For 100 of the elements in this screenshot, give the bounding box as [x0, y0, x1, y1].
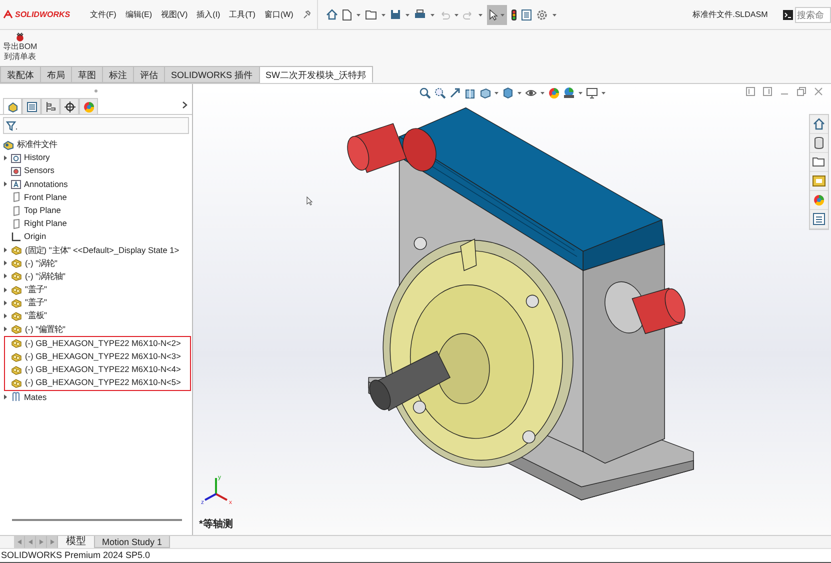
tree-item[interactable]: Origin: [24, 230, 46, 244]
dock-right-icon[interactable]: [763, 87, 772, 96]
expand-arrow-icon[interactable]: [3, 394, 8, 400]
ribbon-tab[interactable]: 装配体: [0, 66, 41, 83]
ribbon-tab[interactable]: 草图: [72, 66, 103, 83]
tree-item[interactable]: (固定) "主体" <<Default>_Display State 1>: [25, 244, 180, 257]
traffic-light-icon[interactable]: [511, 8, 518, 20]
configuration-tab[interactable]: [41, 98, 60, 114]
expand-arrow-icon[interactable]: [3, 154, 8, 161]
expand-arrow-icon[interactable]: [3, 181, 8, 188]
tree-item[interactable]: (-) "涡轮": [25, 256, 58, 270]
tree-item[interactable]: (-) GB_HEXAGON_TYPE22 M6X10-N<5>: [25, 376, 181, 390]
annotation-folder-icon: [11, 179, 21, 190]
caret-icon[interactable]: [500, 12, 506, 16]
ribbon-tab[interactable]: 评估: [134, 66, 165, 83]
panel-tab-icon: [6, 100, 18, 112]
print-icon[interactable]: [414, 9, 426, 20]
part-icon: [11, 311, 22, 322]
menu-item[interactable]: 视图(V): [161, 9, 188, 20]
scene-icon[interactable]: [563, 87, 575, 99]
caret-icon[interactable]: [454, 12, 460, 16]
part-icon: [11, 364, 22, 375]
search-field[interactable]: 搜索命: [795, 6, 831, 22]
restore-icon[interactable]: [797, 87, 806, 96]
pin-icon[interactable]: [302, 10, 312, 19]
chevron-right-icon[interactable]: [182, 101, 188, 109]
caret-icon[interactable]: [405, 12, 410, 16]
tree-item[interactable]: History: [24, 151, 50, 164]
section-view-icon[interactable]: [464, 87, 476, 99]
part-icon: [11, 378, 22, 388]
monitor-icon[interactable]: [586, 87, 598, 99]
tree-item[interactable]: Annotations: [24, 178, 68, 191]
caret-icon[interactable]: [517, 91, 522, 95]
close-icon[interactable]: [814, 87, 823, 96]
ribbon-tab[interactable]: SW二次开发模块_沃特邦: [260, 66, 374, 83]
eye-icon[interactable]: [525, 87, 537, 99]
assembly-icon: [3, 140, 14, 150]
tree-item[interactable]: Right Plane: [24, 217, 67, 230]
tree-item[interactable]: "盖子": [25, 296, 47, 310]
tree-item[interactable]: Mates: [24, 390, 47, 404]
properties-list-icon[interactable]: [812, 212, 826, 226]
caret-icon[interactable]: [540, 91, 545, 95]
cylinder-icon[interactable]: [812, 136, 826, 150]
home-icon[interactable]: [326, 9, 338, 20]
menu-item[interactable]: 编辑(E): [125, 9, 152, 20]
plane-icon: [11, 192, 21, 202]
appearance-icon[interactable]: [548, 87, 560, 99]
panel-tab-icon: [44, 100, 56, 112]
zoom-to-area-icon[interactable]: [434, 87, 446, 99]
caret-icon[interactable]: [494, 91, 499, 95]
home-icon[interactable]: [812, 117, 826, 131]
tree-item[interactable]: (-) GB_HEXAGON_TYPE22 M6X10-N<4>: [25, 363, 181, 376]
filter-field[interactable]: [3, 117, 189, 134]
caret-icon[interactable]: [578, 91, 583, 95]
caret-icon[interactable]: [478, 12, 484, 16]
tree-item[interactable]: (-) "偏置轮": [25, 322, 66, 336]
caret-icon[interactable]: [601, 91, 606, 95]
tree-item[interactable]: (-) GB_HEXAGON_TYPE22 M6X10-N<2>: [25, 336, 181, 350]
bottom-tab[interactable]: Motion Study 1: [94, 536, 170, 548]
tree-item[interactable]: (-) "涡轮轴": [25, 270, 66, 284]
zoom-to-fit-icon[interactable]: [419, 87, 431, 99]
caret-icon[interactable]: [356, 12, 362, 16]
caret-icon[interactable]: [381, 12, 386, 16]
appearance-icon[interactable]: [812, 193, 826, 207]
view-name: *等轴测: [199, 519, 233, 531]
filter-icon: [6, 120, 18, 130]
ribbon-tab[interactable]: 标注: [103, 66, 134, 83]
settings-icon[interactable]: [536, 8, 548, 20]
menu-item[interactable]: 窗口(W): [264, 9, 294, 20]
previous-view-icon[interactable]: [449, 87, 461, 99]
property-tab[interactable]: [22, 98, 41, 114]
tree-item[interactable]: "盖板": [25, 309, 47, 323]
folder-icon[interactable]: [812, 155, 826, 169]
ribbon-tab[interactable]: SOLIDWORKS 插件: [165, 66, 260, 83]
menu-item[interactable]: 文件(F): [90, 9, 116, 20]
dimxpert-tab[interactable]: [60, 98, 79, 114]
tree-item[interactable]: (-) GB_HEXAGON_TYPE22 M6X10-N<3>: [25, 350, 181, 364]
dock-left-icon[interactable]: [746, 87, 755, 96]
new-document-icon[interactable]: [342, 8, 352, 20]
open-folder-icon[interactable]: [365, 9, 378, 20]
view-orientation-icon[interactable]: [479, 87, 491, 99]
tree-item[interactable]: Sensors: [24, 164, 54, 178]
menu-item[interactable]: 工具(T): [229, 9, 256, 20]
gearbox-model-drawing[interactable]: [347, 107, 694, 500]
file-properties-icon[interactable]: [521, 8, 532, 20]
caret-icon[interactable]: [430, 12, 436, 16]
display-style-icon[interactable]: [502, 87, 514, 99]
select-tool-button[interactable]: [487, 4, 508, 24]
feature-tree-tab[interactable]: [3, 98, 22, 114]
tree-root[interactable]: 标准件文件: [17, 138, 57, 152]
export-bom-button[interactable]: 导出BOM 到清单表: [3, 32, 38, 62]
menu-item[interactable]: 插入(I): [196, 9, 220, 20]
tree-item[interactable]: Top Plane: [24, 204, 61, 218]
save-icon[interactable]: [390, 9, 402, 20]
tree-item[interactable]: Front Plane: [24, 190, 67, 204]
tree-item[interactable]: "盖子": [25, 283, 47, 296]
caret-icon[interactable]: [552, 12, 558, 16]
ribbon-tab[interactable]: 布局: [41, 66, 72, 83]
grip-handle-icon[interactable]: [94, 89, 98, 93]
part-icon: [11, 324, 22, 334]
